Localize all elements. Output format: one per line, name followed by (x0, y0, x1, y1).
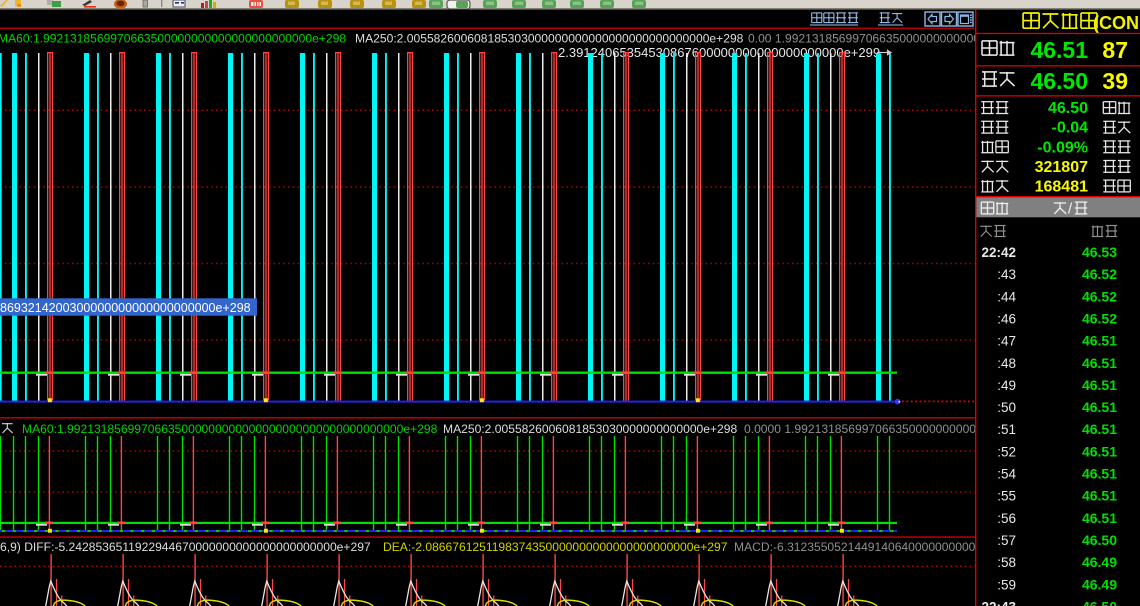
svg-text:39: 39 (1102, 68, 1128, 94)
svg-text:MA250:2.0055826006081853030000: MA250:2.0055826006081853030000000000000e… (443, 422, 738, 436)
svg-text:MA60:1.99213185699706635000000: MA60:1.992131856997066350000000000000000… (22, 422, 438, 436)
svg-text::55: :55 (997, 489, 1016, 504)
svg-text::50: :50 (997, 400, 1016, 415)
svg-text::43: :43 (997, 267, 1016, 282)
svg-text::49: :49 (997, 378, 1016, 393)
svg-text:869321420030000000000000000000: 8693214200300000000000000000000e+298 (0, 301, 251, 315)
svg-text:87: 87 (1102, 37, 1128, 63)
svg-text:46.52: 46.52 (1082, 288, 1117, 304)
svg-text:46.49: 46.49 (1082, 554, 1117, 570)
svg-text:46.51: 46.51 (1030, 37, 1088, 63)
svg-text:46.51: 46.51 (1082, 377, 1117, 393)
svg-text::57: :57 (997, 533, 1016, 548)
svg-text:46.52: 46.52 (1082, 266, 1117, 282)
svg-text:0.0000 1.992131856997066350000: 0.0000 1.9921318569970663500000000000000… (744, 422, 975, 436)
svg-text:(CON: (CON (1093, 13, 1139, 33)
svg-text:MA250:2.0055826006081853030000: MA250:2.00558260060818530300000000000000… (355, 32, 744, 46)
svg-text:46.51: 46.51 (1082, 399, 1117, 415)
svg-text:46.51: 46.51 (1082, 421, 1117, 437)
svg-text:46.53: 46.53 (1082, 244, 1117, 260)
svg-text::59: :59 (997, 577, 1016, 592)
svg-text:321807: 321807 (1035, 159, 1088, 176)
svg-text:0.00 1.99213185699706635000000: 0.00 1.992131856997066350000000000000000… (748, 32, 975, 46)
svg-text:MACD:-6.3123550521449140640000: MACD:-6.31235505214491406400000000000000… (734, 540, 975, 554)
svg-text:46.51: 46.51 (1082, 466, 1117, 482)
svg-text::52: :52 (997, 444, 1016, 459)
svg-text:46.51: 46.51 (1082, 333, 1117, 349)
svg-text:46.49: 46.49 (1082, 576, 1117, 592)
svg-text:MA60:1.99213185699706635000000: MA60:1.992131856997066350000000000000000… (0, 32, 346, 46)
svg-text::58: :58 (997, 555, 1016, 570)
svg-text:46.52: 46.52 (1082, 310, 1117, 326)
svg-text:46.51: 46.51 (1082, 355, 1117, 371)
svg-text:46.51: 46.51 (1082, 488, 1117, 504)
svg-text:6,9) DIFF:-5.24285365119229446: 6,9) DIFF:-5.242853651192294467000000000… (0, 540, 371, 554)
svg-text:46.50: 46.50 (1030, 68, 1088, 94)
svg-text:46.50: 46.50 (1048, 100, 1088, 117)
svg-text::48: :48 (997, 356, 1016, 371)
svg-text:22:42: 22:42 (981, 245, 1016, 260)
svg-text::54: :54 (997, 467, 1016, 482)
svg-text::56: :56 (997, 511, 1016, 526)
svg-text:DEA:-2.08667612511983743500000: DEA:-2.086676125119837435000000000000000… (383, 540, 728, 554)
svg-text::44: :44 (997, 289, 1016, 304)
svg-text:168481: 168481 (1035, 179, 1088, 196)
svg-text:46.50: 46.50 (1082, 598, 1117, 606)
svg-text:-0.04: -0.04 (1052, 120, 1089, 137)
svg-text:22:43: 22:43 (981, 599, 1016, 606)
svg-text:-0.09%: -0.09% (1037, 139, 1088, 156)
svg-text:46.51: 46.51 (1082, 443, 1117, 459)
svg-text:46.51: 46.51 (1082, 510, 1117, 526)
svg-text::46: :46 (997, 311, 1016, 326)
svg-text::51: :51 (997, 422, 1016, 437)
svg-text:46.50: 46.50 (1082, 532, 1117, 548)
svg-text:2.3912406535453086760000000000: 2.39124065354530867600000000000000000000… (558, 45, 880, 60)
svg-text::47: :47 (997, 334, 1016, 349)
